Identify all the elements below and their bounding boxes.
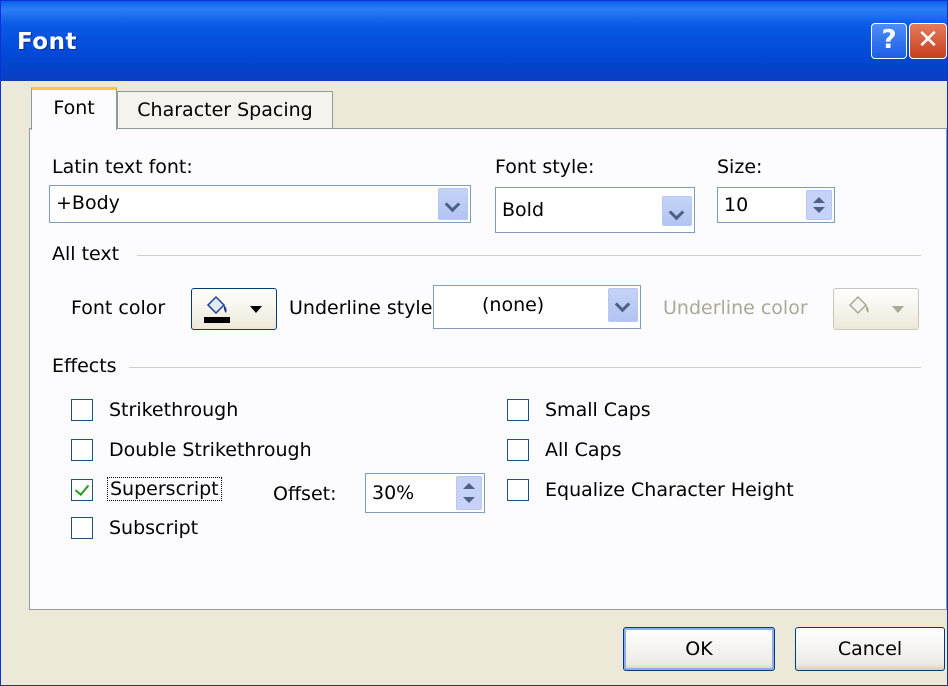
paint-bucket-icon (848, 295, 869, 315)
dropdown-arrow-icon (892, 306, 904, 313)
font-style-combo[interactable]: Bold (495, 187, 695, 233)
double-strikethrough-checkbox[interactable] (71, 439, 93, 461)
paint-bucket-icon (206, 295, 227, 315)
close-button[interactable]: ✕ (909, 23, 947, 59)
equalize-character-height-label[interactable]: Equalize Character Height (545, 479, 794, 501)
dialog-title: Font (17, 29, 77, 55)
strikethrough-checkbox[interactable] (71, 399, 93, 421)
spinner-arrows-icon[interactable] (456, 476, 482, 510)
latin-text-font-label: Latin text font: (52, 156, 193, 178)
cancel-button[interactable]: Cancel (795, 627, 945, 671)
font-dialog: Font ? ✕ Font Character Spacing Latin te… (0, 0, 948, 686)
subscript-label[interactable]: Subscript (109, 517, 198, 539)
group-divider (137, 255, 921, 256)
chevron-down-icon[interactable] (438, 188, 468, 220)
title-bar[interactable]: Font ? ✕ (1, 1, 947, 81)
ok-button[interactable]: OK (623, 627, 775, 671)
effects-group-label: Effects (52, 355, 117, 377)
all-caps-label[interactable]: All Caps (545, 439, 621, 461)
tab-font[interactable]: Font (31, 87, 117, 130)
subscript-checkbox[interactable] (71, 517, 93, 539)
size-value: 10 (724, 194, 749, 216)
underline-color-button[interactable] (833, 288, 919, 330)
superscript-label[interactable]: Superscript (107, 477, 222, 501)
font-style-label: Font style: (495, 156, 595, 178)
underline-color-label: Underline color (663, 297, 808, 319)
chevron-down-icon[interactable] (662, 196, 692, 226)
underline-style-combo[interactable]: (none) (433, 285, 641, 329)
chevron-down-icon[interactable] (608, 288, 638, 322)
strikethrough-label[interactable]: Strikethrough (109, 399, 238, 421)
latin-text-font-value: +Body (56, 192, 120, 214)
double-strikethrough-label[interactable]: Double Strikethrough (109, 439, 312, 461)
superscript-checkbox[interactable] (71, 479, 93, 501)
small-caps-checkbox[interactable] (507, 399, 529, 421)
font-style-value: Bold (502, 199, 544, 221)
group-divider (129, 367, 921, 368)
dropdown-arrow-icon (250, 306, 262, 313)
small-caps-label[interactable]: Small Caps (545, 399, 651, 421)
offset-spinner[interactable]: 30% (365, 473, 485, 513)
all-caps-checkbox[interactable] (507, 439, 529, 461)
offset-value: 30% (372, 482, 415, 504)
size-label: Size: (717, 156, 763, 178)
font-color-swatch (204, 317, 230, 323)
help-button[interactable]: ? (871, 23, 907, 59)
spinner-arrows-icon[interactable] (806, 190, 832, 220)
font-color-button[interactable] (191, 288, 277, 330)
offset-label: Offset: (273, 483, 337, 505)
font-color-label: Font color (71, 297, 166, 319)
all-text-group-label: All text (52, 243, 120, 265)
underline-style-label: Underline style (289, 297, 433, 319)
size-spinner[interactable]: 10 (717, 187, 835, 223)
equalize-character-height-checkbox[interactable] (507, 479, 529, 501)
latin-text-font-combo[interactable]: +Body (49, 185, 471, 223)
tab-character-spacing[interactable]: Character Spacing (117, 91, 333, 128)
underline-style-value: (none) (482, 294, 545, 316)
